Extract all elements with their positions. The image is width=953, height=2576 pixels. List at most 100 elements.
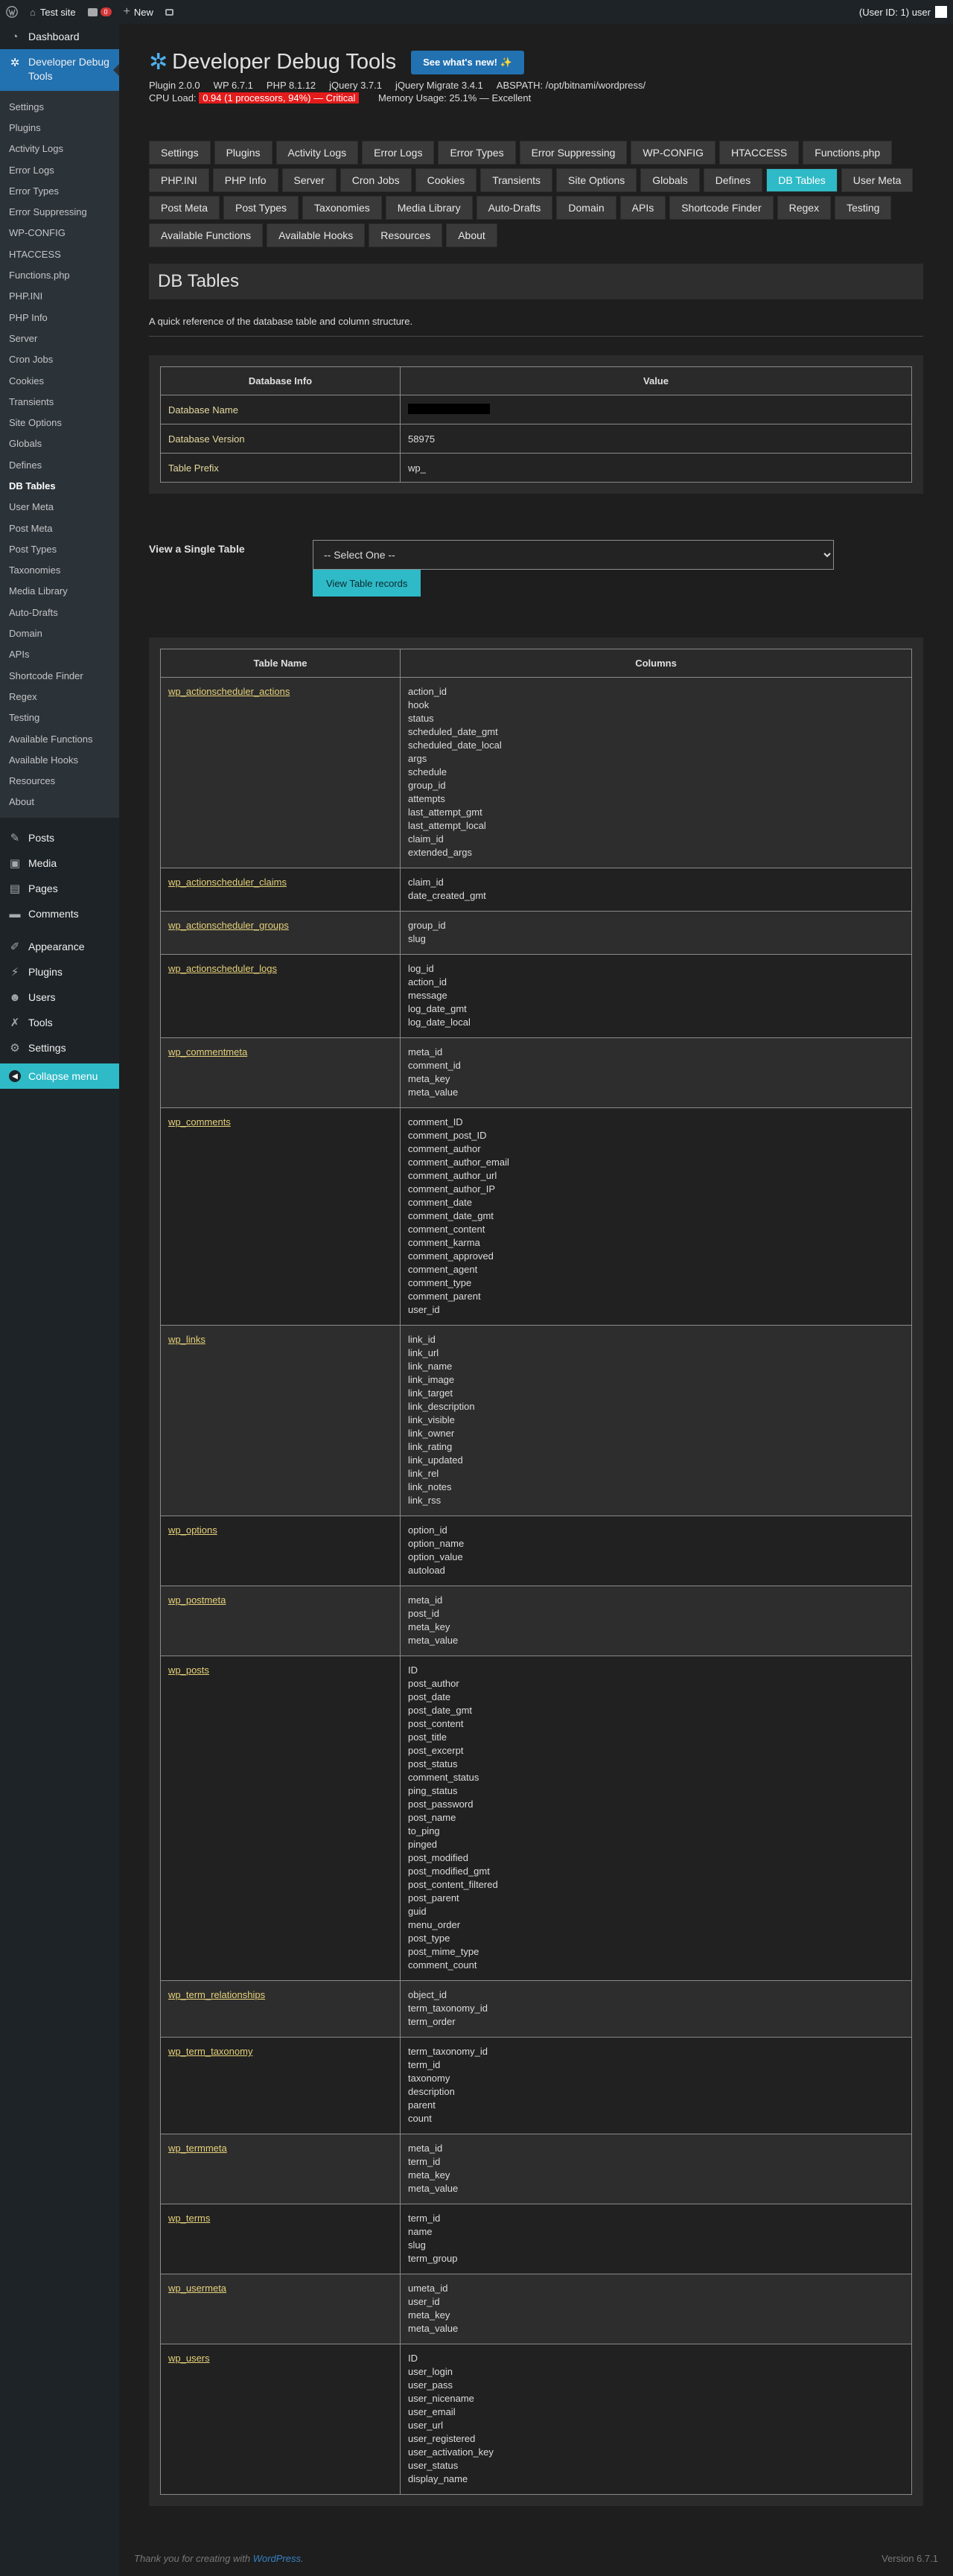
- table-name-link[interactable]: wp_users: [168, 2353, 210, 2364]
- tab-resources[interactable]: Resources: [369, 223, 443, 247]
- wordpress-link[interactable]: WordPress: [253, 2553, 301, 2564]
- table-name-link[interactable]: wp_term_relationships: [168, 1989, 265, 2000]
- sidebar-sub-htaccess[interactable]: HTACCESS: [0, 244, 119, 264]
- sidebar-item-media[interactable]: ▣ Media: [0, 850, 119, 876]
- sidebar-sub-error-logs[interactable]: Error Logs: [0, 159, 119, 180]
- tab-error-suppressing[interactable]: Error Suppressing: [519, 141, 628, 165]
- sidebar-item-users[interactable]: ☻ Users: [0, 985, 119, 1010]
- tab-domain[interactable]: Domain: [556, 196, 616, 220]
- table-name-link[interactable]: wp_comments: [168, 1116, 231, 1128]
- new-content-link[interactable]: + New: [118, 0, 159, 24]
- collapse-menu-button[interactable]: ◀ Collapse menu: [0, 1063, 119, 1090]
- sidebar-sub-activity-logs[interactable]: Activity Logs: [0, 139, 119, 159]
- sidebar-sub-shortcode-finder[interactable]: Shortcode Finder: [0, 665, 119, 686]
- tab-apis[interactable]: APIs: [619, 196, 666, 220]
- sidebar-sub-auto-drafts[interactable]: Auto-Drafts: [0, 602, 119, 623]
- tab-defines[interactable]: Defines: [703, 168, 763, 192]
- sidebar-sub-site-options[interactable]: Site Options: [0, 412, 119, 433]
- view-table-records-button[interactable]: View Table records: [313, 570, 421, 597]
- sidebar-sub-wp-config[interactable]: WP-CONFIG: [0, 223, 119, 244]
- tab-post-types[interactable]: Post Types: [223, 196, 299, 220]
- sidebar-item-developer-debug-tools[interactable]: ✲ Developer Debug Tools: [0, 49, 119, 91]
- tab-htaccess[interactable]: HTACCESS: [719, 141, 800, 165]
- sidebar-sub-available-hooks[interactable]: Available Hooks: [0, 749, 119, 770]
- tab-user-meta[interactable]: User Meta: [841, 168, 914, 192]
- tab-available-hooks[interactable]: Available Hooks: [267, 223, 366, 247]
- sidebar-sub-settings[interactable]: Settings: [0, 96, 119, 117]
- sidebar-sub-regex[interactable]: Regex: [0, 686, 119, 707]
- table-name-link[interactable]: wp_options: [168, 1524, 217, 1536]
- tab-shortcode-finder[interactable]: Shortcode Finder: [669, 196, 774, 220]
- tab-globals[interactable]: Globals: [640, 168, 700, 192]
- sidebar-sub-error-suppressing[interactable]: Error Suppressing: [0, 201, 119, 222]
- sidebar-sub-apis[interactable]: APIs: [0, 644, 119, 665]
- sidebar-sub-plugins[interactable]: Plugins: [0, 117, 119, 138]
- table-name-link[interactable]: wp_actionscheduler_logs: [168, 963, 277, 974]
- tab-functions-php[interactable]: Functions.php: [803, 141, 893, 165]
- sidebar-sub-domain[interactable]: Domain: [0, 623, 119, 643]
- sidebar-item-dashboard[interactable]: ◔ Dashboard: [0, 24, 119, 49]
- whats-new-button[interactable]: See what's new! ✨: [411, 50, 524, 74]
- tab-about[interactable]: About: [446, 223, 497, 247]
- table-name-link[interactable]: wp_links: [168, 1334, 205, 1345]
- table-name-link[interactable]: wp_term_taxonomy: [168, 2046, 252, 2057]
- sidebar-sub-globals[interactable]: Globals: [0, 433, 119, 454]
- table-name-link[interactable]: wp_termmeta: [168, 2143, 227, 2154]
- table-name-link[interactable]: wp_terms: [168, 2213, 210, 2224]
- sidebar-item-posts[interactable]: ✎ Posts: [0, 825, 119, 850]
- tab-testing[interactable]: Testing: [835, 196, 892, 220]
- sidebar-sub-php-info[interactable]: PHP Info: [0, 307, 119, 328]
- tab-server[interactable]: Server: [281, 168, 337, 192]
- tab-wp-config[interactable]: WP-CONFIG: [631, 141, 716, 165]
- sidebar-item-plugins[interactable]: ⚡ Plugins: [0, 959, 119, 985]
- sidebar-sub-user-meta[interactable]: User Meta: [0, 497, 119, 518]
- tab-cron-jobs[interactable]: Cron Jobs: [340, 168, 412, 192]
- tab-transients[interactable]: Transients: [480, 168, 553, 192]
- sidebar-sub-defines[interactable]: Defines: [0, 454, 119, 475]
- tab-regex[interactable]: Regex: [777, 196, 832, 220]
- sidebar-sub-post-types[interactable]: Post Types: [0, 538, 119, 559]
- sidebar-sub-media-library[interactable]: Media Library: [0, 581, 119, 602]
- sidebar-sub-server[interactable]: Server: [0, 328, 119, 349]
- tab-php-ini[interactable]: PHP.INI: [149, 168, 209, 192]
- tab-error-logs[interactable]: Error Logs: [362, 141, 435, 165]
- sidebar-item-comments[interactable]: ▬ Comments: [0, 901, 119, 926]
- table-name-link[interactable]: wp_usermeta: [168, 2283, 226, 2294]
- table-name-link[interactable]: wp_actionscheduler_claims: [168, 877, 287, 888]
- tab-available-functions[interactable]: Available Functions: [149, 223, 264, 247]
- sidebar-sub-available-functions[interactable]: Available Functions: [0, 728, 119, 749]
- sidebar-sub-transients[interactable]: Transients: [0, 391, 119, 412]
- sidebar-item-appearance[interactable]: ✐ Appearance: [0, 934, 119, 959]
- sidebar-sub-php-ini[interactable]: PHP.INI: [0, 286, 119, 307]
- sidebar-sub-about[interactable]: About: [0, 792, 119, 812]
- sidebar-sub-functions-php[interactable]: Functions.php: [0, 264, 119, 285]
- my-account-link[interactable]: (User ID: 1) user: [853, 0, 953, 24]
- site-name-link[interactable]: ⌂ Test site: [24, 0, 82, 24]
- comments-link[interactable]: 0: [82, 0, 118, 24]
- sidebar-item-tools[interactable]: ✗ Tools: [0, 1010, 119, 1035]
- sidebar-item-pages[interactable]: ▤ Pages: [0, 876, 119, 901]
- sidebar-sub-error-types[interactable]: Error Types: [0, 180, 119, 201]
- tab-auto-drafts[interactable]: Auto-Drafts: [476, 196, 553, 220]
- table-name-link[interactable]: wp_actionscheduler_actions: [168, 686, 290, 697]
- sidebar-sub-resources[interactable]: Resources: [0, 771, 119, 792]
- tab-taxonomies[interactable]: Taxonomies: [302, 196, 382, 220]
- table-name-link[interactable]: wp_posts: [168, 1664, 209, 1676]
- sidebar-sub-post-meta[interactable]: Post Meta: [0, 518, 119, 538]
- debug-icon-link[interactable]: [159, 0, 179, 24]
- table-name-link[interactable]: wp_actionscheduler_groups: [168, 920, 289, 931]
- tab-activity-logs[interactable]: Activity Logs: [275, 141, 359, 165]
- tab-settings[interactable]: Settings: [149, 141, 211, 165]
- sidebar-item-settings[interactable]: ⚙ Settings: [0, 1035, 119, 1060]
- sidebar-sub-cron-jobs[interactable]: Cron Jobs: [0, 349, 119, 370]
- sidebar-sub-taxonomies[interactable]: Taxonomies: [0, 560, 119, 581]
- sidebar-sub-db-tables[interactable]: DB Tables: [0, 475, 119, 496]
- tab-cookies[interactable]: Cookies: [415, 168, 477, 192]
- table-select[interactable]: -- Select One --: [313, 540, 834, 570]
- sidebar-sub-cookies[interactable]: Cookies: [0, 370, 119, 391]
- tab-media-library[interactable]: Media Library: [385, 196, 473, 220]
- tab-error-types[interactable]: Error Types: [438, 141, 516, 165]
- table-name-link[interactable]: wp_commentmeta: [168, 1046, 247, 1058]
- tab-plugins[interactable]: Plugins: [214, 141, 272, 165]
- tab-php-info[interactable]: PHP Info: [212, 168, 278, 192]
